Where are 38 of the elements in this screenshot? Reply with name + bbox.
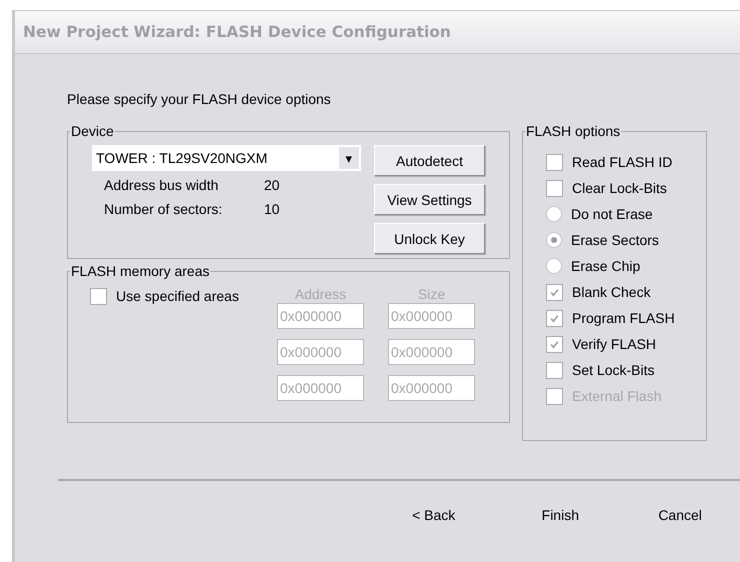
- checkbox-label: Verify FLASH: [572, 336, 656, 352]
- checkbox[interactable]: [546, 284, 563, 300]
- wizard-button[interactable]: Cancel: [620, 507, 740, 523]
- checkbox-label: Set Lock-Bits: [572, 362, 654, 378]
- info-value: 10: [264, 201, 280, 219]
- info-label: Number of sectors:: [104, 201, 224, 219]
- group-label: FLASH options: [525, 123, 622, 139]
- instruction-text: Please specify your FLASH device options: [67, 91, 332, 109]
- checkbox-label: Blank Check: [572, 284, 651, 300]
- group-label: Device: [70, 123, 115, 139]
- checkbox[interactable]: [546, 362, 563, 378]
- radio-button[interactable]: [546, 258, 562, 274]
- info-label: Address bus width: [104, 177, 220, 195]
- group-label: FLASH memory areas: [70, 263, 210, 279]
- checkbox-label: Clear Lock-Bits: [572, 180, 667, 196]
- checkbox-label: Use specified areas: [116, 288, 239, 304]
- radio-button[interactable]: [546, 206, 562, 222]
- wizard-button[interactable]: < Back: [397, 507, 470, 523]
- radio-button[interactable]: [546, 232, 562, 248]
- check-icon: [549, 286, 560, 298]
- checkbox[interactable]: [546, 310, 563, 326]
- check-icon: [549, 338, 560, 350]
- checkbox[interactable]: [546, 154, 563, 170]
- checkbox-label: Program FLASH: [572, 310, 675, 326]
- device-button[interactable]: View Settings: [374, 184, 485, 215]
- checkbox[interactable]: [546, 336, 563, 352]
- checkbox[interactable]: [546, 180, 563, 196]
- radio-label: Erase Chip: [571, 258, 640, 274]
- radio-label: Do not Erase: [571, 206, 653, 222]
- device-dropdown[interactable]: TOWER : TL29SV20NGXM ▾: [92, 145, 361, 171]
- device-button[interactable]: Unlock Key: [374, 223, 485, 254]
- checkbox-label: Read FLASH ID: [572, 154, 672, 170]
- window-title: New Project Wizard: FLASH Device Configuration: [23, 23, 451, 41]
- device-button[interactable]: Autodetect: [374, 145, 485, 176]
- radio-label: Erase Sectors: [571, 232, 659, 248]
- wizard-button[interactable]: Finish: [500, 507, 620, 523]
- check-icon: [549, 312, 560, 324]
- info-value: 20: [264, 177, 280, 195]
